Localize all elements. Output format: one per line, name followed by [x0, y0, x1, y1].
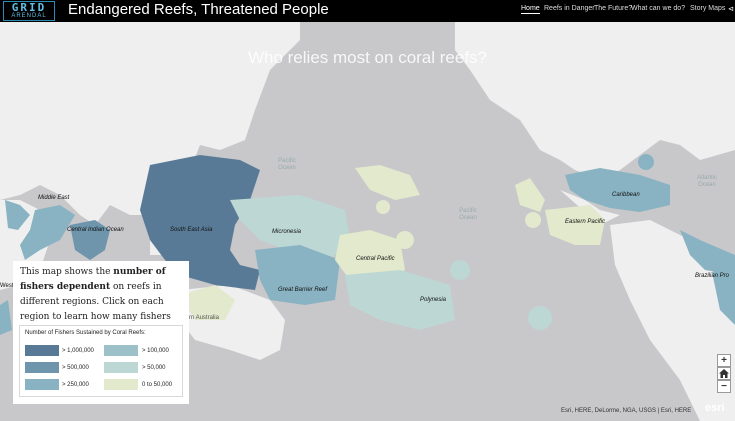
- reef-island-6[interactable]: [638, 154, 654, 170]
- legend-swatch-100k: [104, 345, 138, 356]
- nav-home[interactable]: Home: [521, 5, 540, 14]
- reef-island-2[interactable]: [396, 231, 414, 249]
- legend-label-0-50k: 0 to 50,000: [142, 382, 173, 388]
- nav-reefs-in-danger[interactable]: Reefs in Danger: [544, 5, 595, 12]
- label-middle-east: Middle East: [38, 195, 70, 201]
- legend-title: Number of Fishers Sustained by Coral Ree…: [25, 330, 146, 336]
- legend-swatch-50k: [104, 362, 138, 373]
- legend-label-250k: > 250,000: [62, 382, 89, 388]
- grid-arendal-logo[interactable]: GRID ARENDAL: [3, 1, 55, 21]
- legend-label-100k: > 100,000: [142, 348, 169, 354]
- legend-label-1m: > 1,000,000: [62, 348, 94, 354]
- label-central-pacific: Central Pacific: [356, 256, 395, 262]
- label-eastern-pacific: Eastern Pacific: [565, 219, 606, 225]
- info-text-before: This map shows the: [20, 267, 114, 277]
- label-micronesia: Micronesia: [272, 229, 302, 235]
- nav-the-future[interactable]: The Future?: [594, 5, 632, 12]
- zoom-in-button[interactable]: +: [717, 354, 731, 367]
- legend-swatch-0-50k: [104, 379, 138, 390]
- legend-label-50k: > 50,000: [142, 365, 166, 371]
- esri-logo: esri: [705, 402, 725, 414]
- reef-island-1[interactable]: [376, 200, 390, 214]
- ocean-label-atlantic: Atlantic Ocean: [697, 175, 717, 188]
- label-great-barrier-reef: Great Barrier Reef: [278, 287, 328, 293]
- ocean-label-pacific-east: Pacific Ocean: [459, 208, 477, 221]
- label-central-indian-ocean: Central Indian Ocean: [67, 227, 124, 233]
- legend-swatch-500k: [25, 362, 59, 373]
- logo-subtext: ARENDAL: [11, 13, 47, 19]
- home-button[interactable]: [717, 367, 731, 380]
- map-attribution[interactable]: Esri, HERE, DeLorme, NGA, USGS | Esri, H…: [561, 408, 691, 414]
- share-icon[interactable]: ⊲: [728, 5, 734, 13]
- label-polynesia: Polynesia: [420, 297, 447, 303]
- legend-swatch-250k: [25, 379, 59, 390]
- home-icon: [719, 369, 729, 378]
- header: GRID ARENDAL Endangered Reefs, Threatene…: [0, 0, 735, 22]
- label-brazilian-pro: Brazilian Pro: [695, 273, 730, 279]
- nav-what-can-we-do[interactable]: What can we do?: [631, 5, 685, 12]
- reef-island-5[interactable]: [525, 212, 541, 228]
- reef-island-4[interactable]: [528, 306, 552, 330]
- label-caribbean: Caribbean: [612, 192, 640, 198]
- reef-island-3[interactable]: [450, 260, 470, 280]
- page-title: Endangered Reefs, Threatened People: [68, 1, 329, 18]
- nav-story-maps[interactable]: Story Maps: [690, 5, 725, 12]
- legend-label-500k: > 500,000: [62, 365, 89, 371]
- zoom-out-button[interactable]: −: [717, 380, 731, 393]
- label-south-east-asia: South East Asia: [170, 227, 213, 233]
- legend: Number of Fishers Sustained by Coral Ree…: [19, 325, 183, 397]
- map-subtitle: Who relies most on coral reefs?: [247, 48, 488, 67]
- legend-swatch-1m: [25, 345, 59, 356]
- ocean-label-pacific-west: Pacific Ocean: [278, 158, 296, 171]
